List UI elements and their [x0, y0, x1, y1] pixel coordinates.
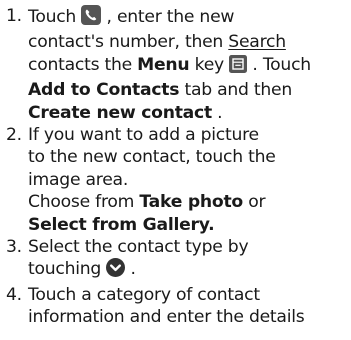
chevron-down-circle-icon — [106, 258, 126, 283]
text: key — [194, 54, 230, 75]
text: . — [217, 102, 223, 123]
text: or — [248, 192, 266, 213]
step-text: Select the contact type by touching . — [28, 236, 346, 284]
text: If you want to add a picture — [28, 125, 259, 146]
step-line: contact's number, then Search — [28, 31, 346, 53]
instructions-list: 1. Touch , enter the new contact's numbe… — [6, 5, 346, 329]
create-new-contact-label: Create new contact — [28, 102, 212, 123]
add-to-contacts-label: Add to Contacts — [28, 80, 180, 101]
step-line: Select the contact type by — [28, 236, 346, 258]
phone-icon — [81, 5, 102, 31]
step-4: 4. Touch a category of contact informati… — [6, 284, 346, 329]
text: contact's number, then — [28, 32, 229, 53]
text: Choose from — [28, 192, 140, 213]
step-number: 4. — [6, 284, 22, 305]
step-line: Touch , enter the new — [28, 5, 346, 31]
text: Touch a category of contact — [28, 284, 260, 305]
step-line: Create new contact . — [28, 102, 346, 124]
text: information and enter the details — [28, 307, 305, 328]
step-line: Choose from Take photo or — [28, 191, 346, 213]
search-link[interactable]: Search — [228, 32, 286, 52]
step-3: 3. Select the contact type by touching . — [6, 236, 346, 284]
step-line: touching . — [28, 258, 346, 283]
text: to the new contact, touch the — [28, 147, 276, 168]
text: image area. — [28, 169, 129, 190]
step-text: Touch , enter the new contact's number, … — [28, 5, 346, 124]
text: , enter the new — [106, 7, 235, 27]
step-1: 1. Touch , enter the new contact's numbe… — [6, 5, 346, 124]
menu-key-label: Menu — [137, 54, 190, 75]
step-2: 2. If you want to add a picture to the n… — [6, 124, 346, 236]
step-text: If you want to add a picture to the new … — [28, 124, 346, 236]
step-line: information and enter the details — [28, 306, 346, 328]
step-line: to the new contact, touch the — [28, 146, 346, 168]
step-number: 3. — [6, 237, 22, 258]
step-text: Touch a category of contact information … — [28, 284, 346, 329]
text: touching — [28, 259, 107, 280]
text: . — [130, 259, 136, 280]
text: . Touch — [252, 54, 311, 75]
step-line: Touch a category of contact — [28, 284, 346, 306]
step-line: Select from Gallery. — [28, 214, 346, 236]
text: Touch — [28, 7, 82, 27]
select-from-gallery-label: Select from Gallery. — [28, 214, 215, 235]
menu-key-icon — [229, 54, 248, 79]
step-number: 2. — [6, 125, 22, 146]
take-photo-label: Take photo — [139, 192, 243, 213]
step-line: Add to Contacts tab and then — [28, 79, 346, 101]
step-line: If you want to add a picture — [28, 124, 346, 146]
text: contacts the — [28, 54, 138, 75]
step-number: 1. — [6, 6, 22, 26]
step-line: contacts the Menu key . Touch — [28, 54, 346, 79]
text: tab and then — [184, 80, 293, 101]
step-line: image area. — [28, 169, 346, 191]
text: Select the contact type by — [28, 237, 249, 258]
